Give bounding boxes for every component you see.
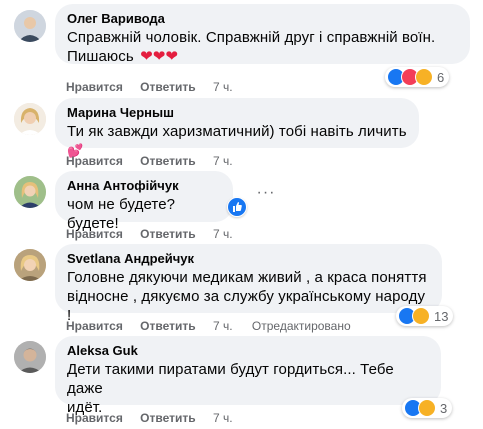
reactions-summary[interactable]: 3 [402, 398, 453, 418]
reaction-count: 6 [437, 69, 445, 85]
reply-button[interactable]: Ответить [140, 80, 195, 94]
comment-text-line: Справжній чоловік. Справжній друг і спра… [67, 29, 436, 46]
avatar[interactable] [14, 10, 46, 42]
comment-bubble: Svetlana Андрейчук Головне дякуючи медик… [55, 244, 442, 324]
comment-text-line: Дети такими пиратами будут гордиться... … [67, 361, 394, 397]
comment-author[interactable]: Aleksa Guk [67, 343, 429, 359]
like-button[interactable]: Нравится [66, 227, 123, 241]
reply-button[interactable]: Ответить [140, 411, 195, 425]
like-button[interactable]: Нравится [66, 154, 123, 168]
avatar[interactable] [14, 249, 46, 281]
reply-button[interactable]: Ответить [140, 227, 195, 241]
comment-timestamp[interactable]: 7 ч. [213, 319, 233, 333]
comment-text-segment: Пишаюсь [67, 48, 134, 65]
comment-actions: Нравится Ответить 7 ч. [66, 154, 233, 168]
thumbs-up-icon [233, 202, 242, 212]
comment-timestamp[interactable]: 7 ч. [213, 411, 233, 425]
comment-actions: Нравится Ответить 7 ч. Отредактировано [66, 319, 351, 333]
reactions-summary[interactable]: 6 [385, 67, 450, 87]
reaction-like-icon[interactable] [227, 197, 247, 217]
comment-bubble: Марина Черныш Ти як завжди харизматичний… [55, 98, 419, 158]
reply-button[interactable]: Ответить [140, 319, 195, 333]
reply-button[interactable]: Ответить [140, 154, 195, 168]
comment-actions: Нравится Ответить 7 ч. [66, 80, 233, 94]
hearts-emoji: ❤❤❤ [140, 48, 179, 65]
comment-author[interactable]: Svetlana Андрейчук [67, 251, 430, 267]
comment-author[interactable]: Олег Варивода [67, 11, 458, 27]
comment-bubble: Олег Варивода Справжній чоловік. Справжн… [55, 4, 470, 66]
avatar[interactable] [14, 103, 46, 135]
avatar[interactable] [14, 176, 46, 208]
comment-text-segment: Ти як завжди харизматичний) тобі навіть … [67, 123, 407, 140]
reactions-summary[interactable]: 13 [396, 306, 454, 326]
comment-actions: Нравится Ответить 7 ч. [66, 411, 233, 425]
like-button[interactable]: Нравится [66, 319, 123, 333]
avatar-photo [14, 176, 46, 208]
edited-label: Отредактировано [251, 319, 351, 333]
reaction-count: 3 [440, 400, 448, 416]
care-icon [415, 68, 433, 86]
care-icon [412, 307, 430, 325]
comment-text-line: Пишаюсь ❤❤❤ [67, 47, 458, 66]
avatar-photo [14, 103, 46, 135]
comment-author[interactable]: Марина Черныш [67, 105, 407, 121]
avatar-photo [14, 249, 46, 281]
like-button[interactable]: Нравится [66, 411, 123, 425]
comment-bubble: Анна Антофійчук чом не будете? будете! [55, 171, 233, 232]
comment-bubble: Aleksa Guk Дети такими пиратами будут го… [55, 336, 441, 416]
care-icon [418, 399, 436, 417]
comment-actions: Нравится Ответить 7 ч. [66, 227, 233, 241]
more-options-icon[interactable]: ··· [254, 184, 278, 208]
comment-timestamp[interactable]: 7 ч. [213, 80, 233, 94]
reaction-count: 13 [434, 308, 449, 324]
comment-timestamp[interactable]: 7 ч. [213, 227, 233, 241]
like-button[interactable]: Нравится [66, 80, 123, 94]
comment-text-line: Головне дякуючи медикам живий , а краса … [67, 269, 427, 286]
comment-timestamp[interactable]: 7 ч. [213, 154, 233, 168]
avatar-photo [14, 10, 46, 42]
avatar-photo [14, 341, 46, 373]
avatar[interactable] [14, 341, 46, 373]
comment-author[interactable]: Анна Антофійчук [67, 178, 221, 194]
